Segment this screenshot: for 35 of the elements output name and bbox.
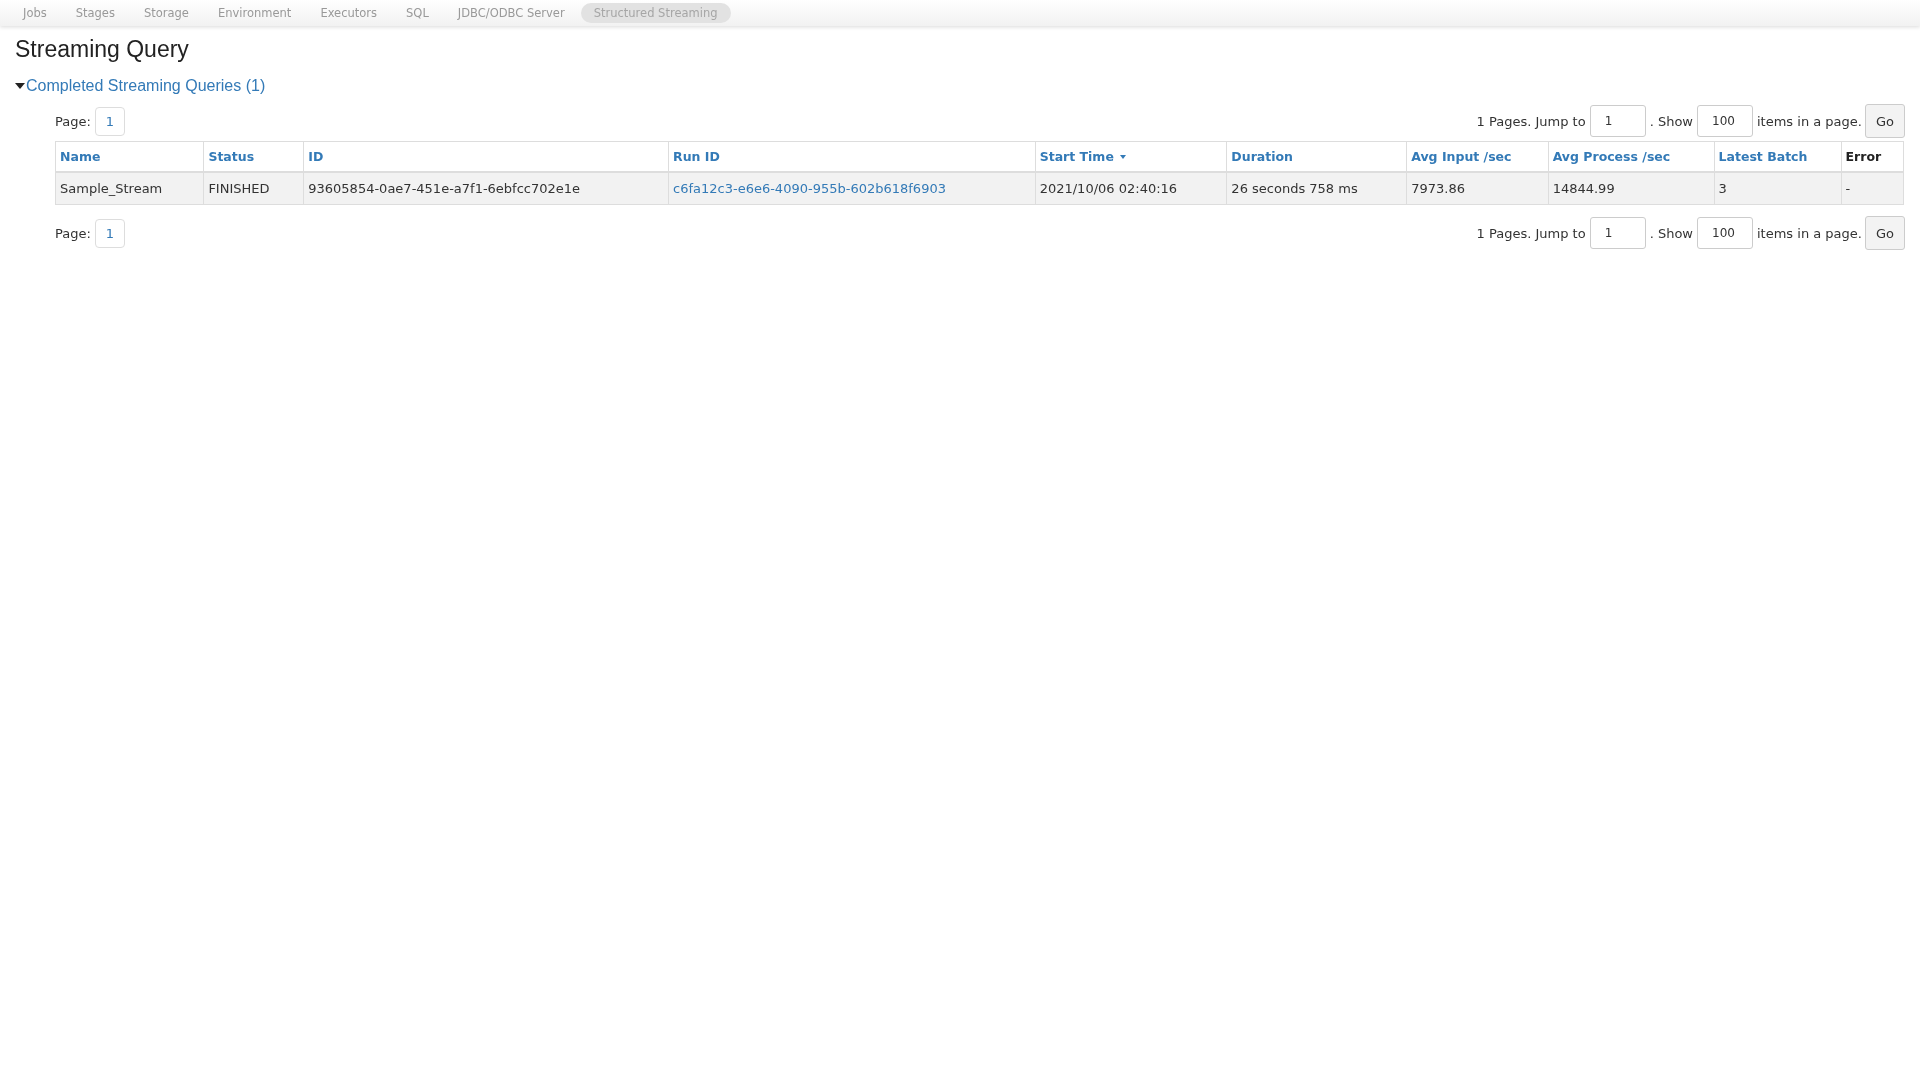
nav-tab[interactable]: Storage [130, 3, 202, 23]
items-text: items in a page. [1757, 113, 1862, 129]
table-cell: 3 [1718, 181, 1727, 196]
nav-tab[interactable]: Stages [62, 3, 128, 23]
nav-tab[interactable]: JDBC/ODBC Server [444, 3, 578, 23]
page-link[interactable]: 1 [94, 106, 126, 136]
page-title: Streaming Query [15, 36, 190, 63]
nav-tab[interactable]: Executors [307, 3, 391, 23]
items-text: items in a page. [1757, 225, 1862, 241]
go-button[interactable]: Go [1864, 216, 1905, 250]
table-cell: - [1845, 181, 1851, 196]
table-cell: Sample_Stream [60, 181, 163, 196]
pages-text: 1 Pages. Jump to [1476, 113, 1586, 129]
table-cell: 93605854-0ae7-451e-a7f1-6ebfcc702e1e [308, 181, 581, 196]
show-text: . Show [1649, 225, 1693, 241]
table-cell: 26 seconds 758 ms [1231, 181, 1358, 196]
page-size-field[interactable]: 100 [1697, 105, 1753, 137]
pages-text: 1 Pages. Jump to [1476, 225, 1586, 241]
table-cell: 2021/10/06 02:40:16 [1039, 181, 1178, 196]
section-toggle-link[interactable]: Completed Streaming Queries (1) [26, 77, 266, 95]
go-button[interactable]: Go [1864, 104, 1905, 138]
jump-to-field[interactable]: 1 [1589, 217, 1646, 249]
page-label: Page: [55, 225, 91, 241]
page-label: Page: [55, 113, 91, 129]
nav-tab[interactable]: Environment [204, 3, 305, 23]
page-link[interactable]: 1 [94, 218, 126, 248]
nav-tab[interactable]: SQL [393, 3, 442, 23]
page-size-field[interactable]: 100 [1697, 217, 1753, 249]
column-header-label[interactable]: Start Time [1039, 149, 1114, 164]
table-cell: 7973.86 [1411, 181, 1465, 196]
show-text: . Show [1649, 113, 1693, 129]
jump-to-field[interactable]: 1 [1589, 105, 1646, 137]
nav-tab[interactable]: Jobs [10, 3, 60, 23]
table-cell: 14844.99 [1552, 181, 1615, 196]
table-cell: FINISHED [208, 181, 270, 196]
